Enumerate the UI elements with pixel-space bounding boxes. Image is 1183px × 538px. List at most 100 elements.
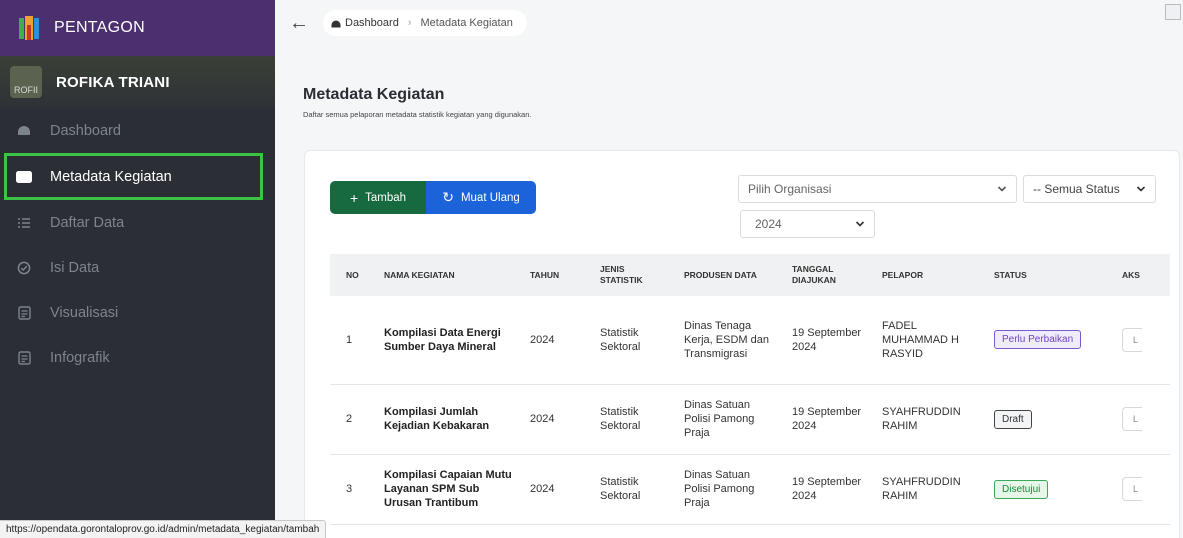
dashboard-icon [331,20,341,27]
sidebar-item-label: Infografik [50,349,110,366]
cell-no: 3 [330,454,376,525]
sidebar-item-label: Daftar Data [50,214,125,231]
cell-pelapor: SYAHFRUDDIN RAHIM [874,454,986,525]
cell-produsen: Dinas Satuan Polisi Pamong Praja [676,454,784,525]
cell-no: 2 [330,384,376,455]
sidebar-item-label: Metadata Kegiatan [50,168,172,185]
col-aksi: AKS [1114,254,1170,296]
main-content: ← Dashboard › Metadata Kegiatan Metadata… [275,0,1183,538]
year-select[interactable]: 2024 [740,210,875,238]
status-bar-url: https://opendata.gorontaloprov.go.id/adm… [0,520,327,538]
sidebar-item-dashboard[interactable]: Dashboard [0,108,275,153]
year-select-value: 2024 [755,217,782,231]
avatar-alt-text: ROFII [14,85,38,95]
col-nama-kegiatan: NAMA KEGIATAN [376,254,522,296]
user-name: ROFIKA TRIANI [56,73,170,91]
user-panel[interactable]: ROFII ROFIKA TRIANI [0,56,275,108]
list-icon [16,215,32,231]
refresh-icon: ↻ [442,189,454,205]
action-button[interactable]: L [1122,477,1142,501]
sidebar-item-label: Visualisasi [50,304,119,321]
col-produsen-data: PRODUSEN DATA [676,254,784,296]
document-icon [16,305,32,321]
cell-aksi: L [1114,384,1170,455]
table-row: 2 Kompilasi Jumlah Kejadian Kebakaran 20… [330,384,1170,455]
cell-produsen: Dinas Tenaga Kerja, ESDM dan Transmigras… [676,296,784,385]
sidebar-item-isi-data[interactable]: Isi Data [0,245,275,290]
status-badge: Perlu Perbaikan [994,330,1082,350]
pentagon-logo-icon [19,16,39,40]
sidebar-nav: Dashboard Metadata Kegiatan Daftar Data … [0,108,275,380]
cell-jenis: Statistik Sektoral [592,384,676,455]
chevron-down-icon [855,221,865,227]
cell-tahun: 2024 [522,454,592,525]
cell-tanggal: 19 September 2024 [784,384,874,455]
avatar: ROFII [10,66,42,98]
reload-button[interactable]: ↻ Muat Ulang [426,181,536,214]
cell-status: Draft [986,384,1114,455]
cell-tanggal: 19 September 2024 [784,296,874,385]
organisasi-select-value: Pilih Organisasi [748,182,832,196]
col-status: STATUS [986,254,1114,296]
sidebar: PENTAGON ROFII ROFIKA TRIANI Dashboard M… [0,0,275,538]
table-header-row: NO NAMA KEGIATAN TAHUN JENIS STATISTIK P… [330,254,1170,296]
table-row: 3 Kompilasi Capaian Mutu Layanan SPM Sub… [330,454,1170,525]
cell-status: Disetujui [986,454,1114,525]
organisasi-select[interactable]: Pilih Organisasi [738,175,1017,203]
sidebar-item-label: Dashboard [50,122,121,139]
sidebar-item-daftar-data[interactable]: Daftar Data [0,200,275,245]
col-jenis-statistik: JENIS STATISTIK [592,254,676,296]
sidebar-item-infografik[interactable]: Infografik [0,335,275,380]
chevron-down-icon [997,186,1007,192]
col-no: NO [330,254,376,296]
cell-jenis: Statistik Sektoral [592,296,676,385]
check-circle-icon [16,260,32,276]
cell-status: Perlu Perbaikan [986,296,1114,385]
cell-tanggal: 19 September 2024 [784,454,874,525]
sidebar-item-visualisasi[interactable]: Visualisasi [0,290,275,335]
action-buttons: + Tambah ↻ Muat Ulang [330,181,536,214]
status-badge: Draft [994,409,1032,429]
metadata-card: + Tambah ↻ Muat Ulang Pilih Organisasi -… [304,150,1180,538]
breadcrumb-home[interactable]: Dashboard [345,17,399,29]
action-button[interactable]: L [1122,407,1142,431]
sidebar-item-label: Isi Data [50,259,100,276]
cell-aksi: L [1114,296,1170,385]
breadcrumb-separator-icon: › [407,17,412,29]
breadcrumb: Dashboard › Metadata Kegiatan [323,10,527,36]
plus-icon: + [349,189,359,206]
col-tanggal-diajukan: TANGGAL DIAJUKAN [784,254,874,296]
add-button-label: Tambah [365,191,407,204]
brand-name: PENTAGON [54,19,146,36]
cell-nama-kegiatan: Kompilasi Capaian Mutu Layanan SPM Sub U… [376,454,522,525]
cell-tahun: 2024 [522,296,592,385]
chevron-down-icon [1136,186,1146,192]
add-button[interactable]: + Tambah [330,181,426,214]
cell-tahun: 2024 [522,384,592,455]
breadcrumb-current: Metadata Kegiatan [420,17,513,29]
cell-aksi: L [1114,454,1170,525]
cell-pelapor: FADEL MUHAMMAD H RASYID [874,296,986,385]
cell-jenis: Statistik Sektoral [592,454,676,525]
cell-no: 1 [330,296,376,385]
app-window: PENTAGON ROFII ROFIKA TRIANI Dashboard M… [0,0,1183,538]
broken-image-icon [1165,4,1181,20]
page-title: Metadata Kegiatan [303,86,445,103]
document-icon [16,350,32,366]
status-select[interactable]: -- Semua Status [1023,175,1156,203]
brand-header[interactable]: PENTAGON [0,0,275,56]
action-button[interactable]: L [1122,327,1142,352]
col-pelapor: PELAPOR [874,254,986,296]
status-badge: Disetujui [994,479,1049,499]
cell-pelapor: SYAHFRUDDIN RAHIM [874,384,986,455]
back-arrow-icon[interactable]: ← [289,12,309,35]
sidebar-item-metadata-kegiatan[interactable]: Metadata Kegiatan [4,153,263,200]
reload-button-label: Muat Ulang [460,191,520,204]
status-select-value: -- Semua Status [1033,182,1120,196]
table-row: 1 Kompilasi Data Energi Sumber Daya Mine… [330,296,1170,385]
cell-produsen: Dinas Satuan Polisi Pamong Praja [676,384,784,455]
metadata-table: NO NAMA KEGIATAN TAHUN JENIS STATISTIK P… [330,254,1170,525]
cell-nama-kegiatan: Kompilasi Jumlah Kejadian Kebakaran [376,384,522,455]
dashboard-icon [16,123,32,139]
markdown-icon [16,169,32,185]
